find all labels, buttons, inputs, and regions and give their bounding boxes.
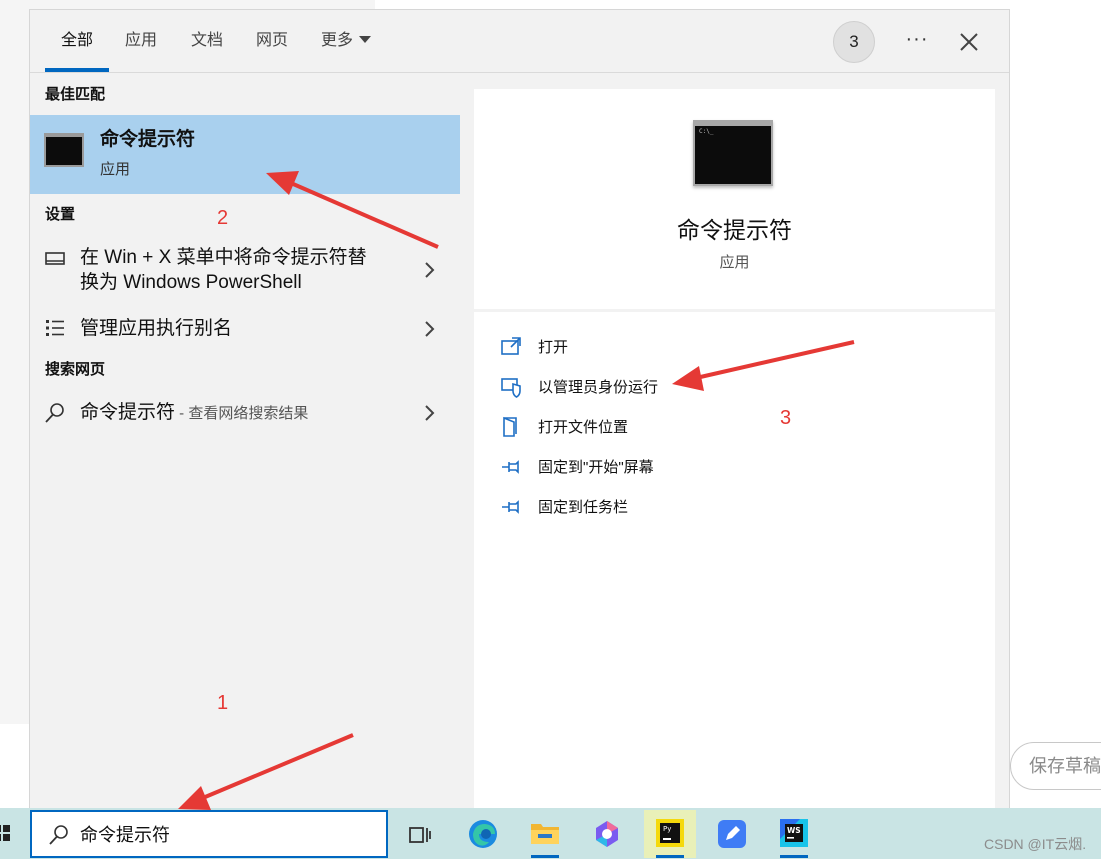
pycharm-icon[interactable]: Py [644, 810, 696, 858]
search-icon [49, 825, 68, 845]
action-pin-to-start-label: 固定到"开始"屏幕 [538, 459, 654, 476]
filter-tabs: 全部 应用 文档 网页 更多 3 ··· [30, 10, 1009, 73]
section-best-match: 最佳匹配 [45, 86, 106, 103]
copilot-glyph [596, 821, 618, 847]
action-run-as-admin-label: 以管理员身份运行 [538, 379, 659, 396]
best-match-title: 命令提示符 [100, 129, 196, 150]
tab-web[interactable]: 网页 [256, 30, 288, 52]
edge-icon[interactable] [457, 810, 509, 858]
annotation-number-1: 1 [217, 692, 229, 714]
close-icon[interactable] [955, 28, 983, 56]
task-view-glyph [409, 827, 431, 843]
preview-title: 命令提示符 [677, 217, 792, 243]
action-open-label: 打开 [538, 339, 569, 356]
save-draft-button[interactable]: 保存草稿 [1010, 742, 1101, 790]
shield-icon [501, 378, 521, 398]
monitor-icon [45, 252, 65, 265]
chevron-right-icon [425, 405, 435, 421]
actions-list: 打开 以管理员身份运行 打开文件位置 固定到"开始"屏幕 固定到任务栏 [474, 312, 995, 809]
pycharm-glyph: Py [656, 819, 684, 847]
webstorm-icon[interactable]: WS [768, 810, 820, 858]
best-match-result[interactable]: 命令提示符 应用 [30, 115, 460, 194]
pin-icon [502, 500, 519, 514]
taskbar: 命令提示符 Py WS CSDN @IT云烟. [0, 808, 1101, 859]
svg-text:Py: Py [663, 825, 671, 833]
action-open-file-location-label: 打开文件位置 [538, 419, 629, 436]
search-panel: 全部 应用 文档 网页 更多 3 ··· 最佳匹配 命令提示符 应用 设置 在 … [29, 9, 1010, 809]
action-pin-to-taskbar[interactable]: 固定到任务栏 [500, 494, 920, 522]
settings-item-label-line2: 换为 Windows PowerShell [80, 272, 302, 293]
tab-documents[interactable]: 文档 [191, 30, 223, 52]
edge-glyph [469, 820, 497, 848]
feishu-glyph [718, 820, 746, 848]
feishu-icon[interactable] [706, 810, 758, 858]
tab-apps[interactable]: 应用 [125, 30, 157, 52]
list-icon [46, 320, 64, 336]
svg-text:WS: WS [787, 826, 801, 835]
copilot-icon[interactable] [581, 810, 633, 858]
annotation-number-3: 3 [780, 407, 792, 429]
search-icon [45, 403, 64, 423]
taskbar-search-input[interactable]: 命令提示符 [30, 810, 388, 858]
settings-item-app-aliases[interactable]: 管理应用执行别名 [30, 315, 460, 345]
rewards-badge[interactable]: 3 [833, 21, 875, 63]
tab-more-label: 更多 [321, 32, 354, 49]
settings-item-replace-cmd[interactable]: 在 Win + X 菜单中将命令提示符替 换为 Windows PowerShe… [30, 244, 460, 300]
action-pin-to-taskbar-label: 固定到任务栏 [538, 499, 629, 516]
web-search-result[interactable]: 命令提示符 - 查看网络搜索结果 [30, 399, 460, 429]
action-open[interactable]: 打开 [500, 334, 920, 362]
active-tab-indicator [45, 68, 109, 72]
prompt-cursor-icon: C:\_ [699, 128, 714, 135]
best-match-type: 应用 [100, 161, 131, 178]
chevron-right-icon [425, 321, 435, 337]
windows-start-icon[interactable] [0, 823, 10, 843]
annotation-number-2: 2 [217, 207, 229, 229]
tab-more[interactable]: 更多 [321, 30, 372, 52]
webstorm-glyph: WS [780, 819, 808, 847]
tab-all[interactable]: 全部 [61, 30, 93, 52]
action-run-as-admin[interactable]: 以管理员身份运行 [500, 374, 920, 402]
pin-icon [502, 460, 519, 474]
preview-type: 应用 [719, 254, 750, 271]
chevron-right-icon [425, 262, 435, 278]
command-prompt-icon: C:\_ [693, 120, 773, 186]
task-view-icon[interactable] [394, 810, 446, 858]
command-prompt-icon [44, 133, 84, 167]
file-explorer-icon[interactable] [519, 810, 571, 858]
web-search-hint: - 查看网络搜索结果 [175, 405, 309, 422]
section-web-search: 搜索网页 [45, 361, 106, 378]
folder-glyph [531, 824, 559, 844]
settings-item-label: 管理应用执行别名 [80, 318, 233, 339]
action-open-file-location[interactable]: 打开文件位置 [500, 414, 920, 442]
preview-card: C:\_ 命令提示符 应用 [474, 89, 995, 309]
action-pin-to-start[interactable]: 固定到"开始"屏幕 [500, 454, 920, 482]
section-settings: 设置 [45, 206, 76, 223]
search-query-text: 命令提示符 [80, 825, 170, 845]
more-options-icon[interactable]: ··· [902, 24, 932, 58]
settings-item-label-line1: 在 Win + X 菜单中将命令提示符替 [80, 247, 367, 268]
folder-icon [503, 416, 517, 437]
chevron-down-icon [359, 36, 372, 43]
watermark: CSDN @IT云烟. [984, 836, 1087, 852]
open-icon [501, 337, 521, 355]
web-search-query: 命令提示符 [80, 402, 176, 423]
